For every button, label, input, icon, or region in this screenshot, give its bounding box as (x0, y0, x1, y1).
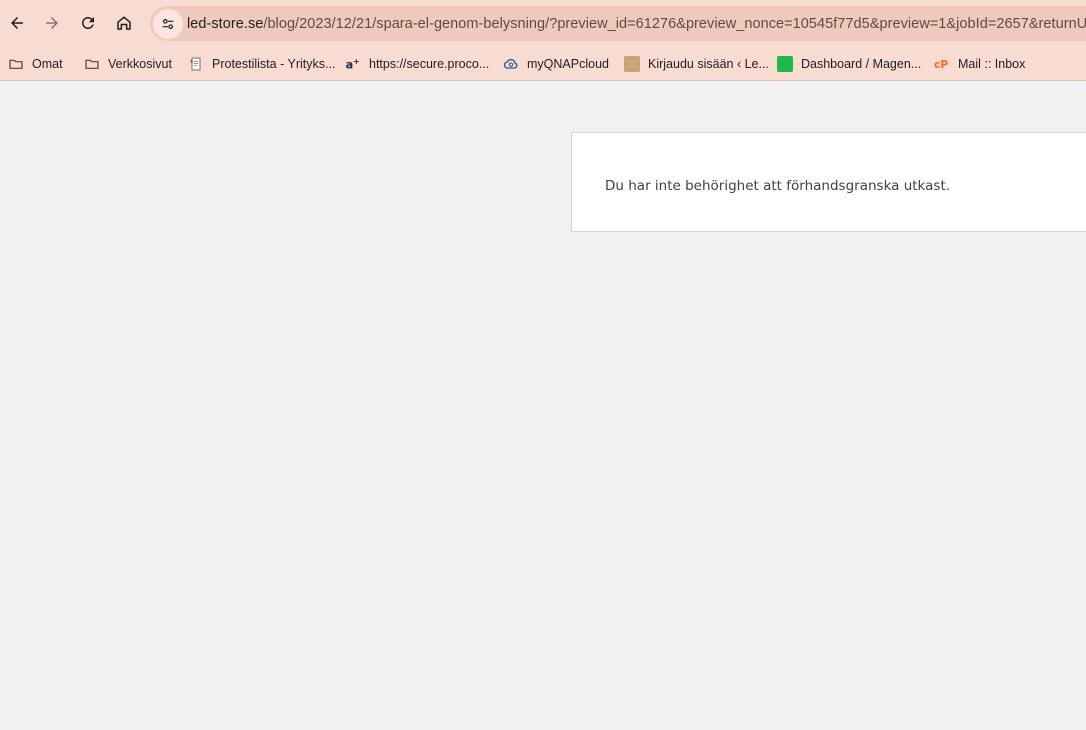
bookmark-mail-inbox[interactable]: cP Mail :: Inbox (934, 47, 1025, 80)
led-store-favicon (777, 55, 793, 72)
bookmark-label: Mail :: Inbox (958, 56, 1026, 71)
a-plus-icon: a + (345, 56, 361, 72)
back-button[interactable] (2, 8, 32, 38)
arrow-left-icon (11, 17, 23, 29)
home-icon (117, 16, 131, 30)
cpanel-icon: cP (934, 56, 950, 72)
forward-button[interactable] (37, 8, 67, 38)
tune-icon (162, 18, 174, 29)
cloud-icon (503, 56, 519, 72)
folder-icon (84, 56, 100, 72)
bookmark-label: Protestilista - Yrityks... (212, 56, 336, 71)
document-icon (188, 56, 204, 72)
permission-error-message: Du har inte behörighet att förhandsgrans… (605, 178, 951, 194)
bookmark-myqnapcloud[interactable]: myQNAPcloud (503, 47, 609, 80)
address-bar[interactable]: led-store.se/blog/2023/12/21/spara-el-ge… (150, 6, 1086, 41)
bookmark-verkkosivut[interactable]: Verkkosivut (84, 47, 172, 80)
bookmark-label: https://secure.proco... (369, 56, 490, 71)
url-path: /blog/2023/12/21/spara-el-genom-belysnin… (263, 15, 1086, 32)
bookmark-label: Kirjaudu sisään ‹ Le... (648, 56, 769, 71)
url-text[interactable]: led-store.se/blog/2023/12/21/spara-el-ge… (187, 16, 1086, 32)
bookmark-dashboard-magento[interactable]: Dashboard / Magen... (777, 47, 921, 80)
led-blog-favicon (624, 55, 640, 72)
svg-text:a: a (346, 57, 354, 71)
bookmark-label: Verkkosivut (108, 56, 172, 71)
bookmark-label: Omat (32, 56, 63, 71)
reload-button[interactable] (73, 8, 103, 38)
bookmark-label: myQNAPcloud (527, 56, 609, 71)
home-button[interactable] (109, 8, 139, 38)
site-info-button[interactable] (153, 8, 183, 39)
browser-toolbar: led-store.se/blog/2023/12/21/spara-el-ge… (0, 0, 1086, 47)
reload-icon (82, 16, 94, 29)
bookmarks-bar: Omat Verkkosivut Protestilista - Yrityks… (0, 47, 1086, 81)
arrow-right-icon (46, 17, 58, 29)
bookmark-kirjaudu[interactable]: Kirjaudu sisään ‹ Le... (624, 47, 769, 80)
url-host: led-store.se (187, 15, 264, 32)
bookmark-omat[interactable]: Omat (8, 47, 63, 80)
folder-icon (8, 56, 24, 72)
svg-text:cP: cP (934, 58, 948, 71)
bookmark-secure-proco[interactable]: a + https://secure.proco... (345, 47, 490, 80)
error-message-box: Du har inte behörighet att förhandsgrans… (571, 132, 1086, 232)
bookmark-label: Dashboard / Magen... (801, 56, 922, 71)
bookmark-protestilista[interactable]: Protestilista - Yrityks... (188, 47, 335, 80)
svg-text:+: + (353, 57, 360, 66)
